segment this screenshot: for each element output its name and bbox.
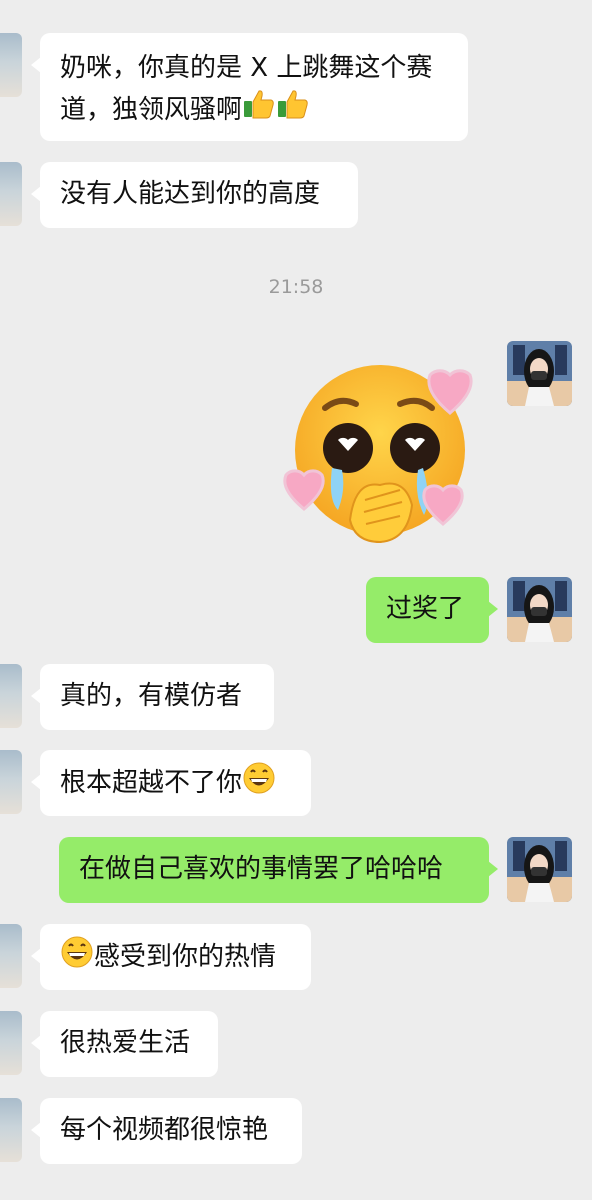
contact-avatar[interactable] bbox=[0, 1098, 22, 1162]
message-bubble-incoming[interactable]: 根本超越不了你 bbox=[31, 750, 311, 816]
message-bubble-outgoing[interactable]: 在做自己喜欢的事情罢了哈哈哈 bbox=[59, 837, 498, 903]
my-avatar[interactable] bbox=[507, 577, 572, 642]
contact-avatar[interactable] bbox=[0, 924, 22, 988]
thumbs-up-icon bbox=[242, 87, 276, 132]
thumbs-up-icon bbox=[276, 87, 310, 132]
message-text: 没有人能达到你的高度 bbox=[60, 179, 321, 209]
message-text: 每个视频都很惊艳 bbox=[60, 1115, 269, 1145]
message-bubble-incoming[interactable]: 没有人能达到你的高度 bbox=[31, 162, 358, 228]
pleading-face-sticker[interactable] bbox=[280, 350, 490, 550]
message-text: 过奖了 bbox=[386, 594, 465, 624]
message-text: 在做自己喜欢的事情罢了哈哈哈 bbox=[79, 854, 444, 884]
contact-avatar[interactable] bbox=[0, 750, 22, 814]
message-bubble-incoming[interactable]: 感受到你的热情 bbox=[31, 924, 311, 990]
message-text: 根本超越不了你 bbox=[60, 768, 243, 798]
message-text: 真的，有模仿者 bbox=[60, 681, 243, 711]
contact-avatar[interactable] bbox=[0, 33, 22, 97]
message-bubble-incoming[interactable]: 很热爱生活 bbox=[31, 1011, 218, 1077]
contact-avatar[interactable] bbox=[0, 1011, 22, 1075]
message-text: 道，独领风骚啊 bbox=[60, 87, 448, 132]
grinning-face-icon bbox=[242, 761, 276, 806]
grinning-face-icon bbox=[60, 935, 94, 980]
contact-avatar[interactable] bbox=[0, 162, 22, 226]
message-bubble-incoming[interactable]: 每个视频都很惊艳 bbox=[31, 1098, 302, 1164]
message-bubble-incoming[interactable]: 奶咪，你真的是 X 上跳舞这个赛 道，独领风骚啊 bbox=[31, 33, 468, 141]
message-text: 感受到你的热情 bbox=[94, 942, 277, 972]
message-bubble-incoming[interactable]: 真的，有模仿者 bbox=[31, 664, 274, 730]
time-divider: 21:58 bbox=[268, 276, 324, 298]
message-bubble-outgoing[interactable]: 过奖了 bbox=[366, 577, 498, 643]
my-avatar[interactable] bbox=[507, 341, 572, 406]
message-text: 奶咪，你真的是 X 上跳舞这个赛 bbox=[60, 53, 433, 83]
message-text: 很热爱生活 bbox=[60, 1028, 191, 1058]
my-avatar[interactable] bbox=[507, 837, 572, 902]
message-text-line2: 道，独领风骚啊 bbox=[60, 94, 243, 125]
contact-avatar[interactable] bbox=[0, 664, 22, 728]
